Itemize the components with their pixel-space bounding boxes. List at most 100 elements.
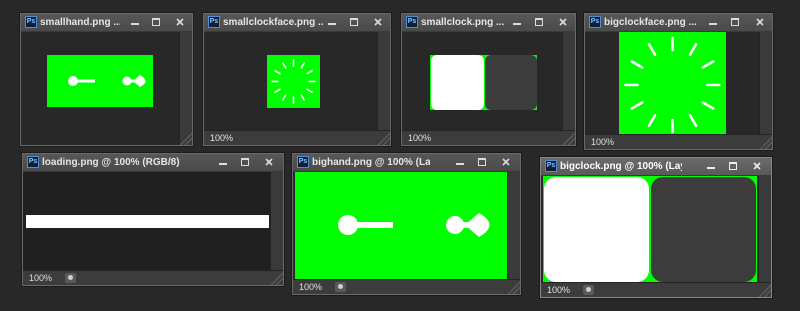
close-button[interactable] bbox=[258, 155, 280, 169]
vertical-scrollbar[interactable] bbox=[377, 32, 390, 131]
photoshop-icon: Ps bbox=[25, 16, 37, 28]
clock-hands-graphic bbox=[68, 75, 146, 87]
status-bar: 100% bbox=[204, 130, 390, 145]
image-loading-bar bbox=[26, 215, 269, 228]
maximize-button[interactable] bbox=[722, 159, 744, 173]
document-canvas-area[interactable] bbox=[293, 172, 508, 280]
maximize-button[interactable] bbox=[724, 15, 746, 29]
close-icon bbox=[374, 18, 382, 26]
window-titlebar[interactable]: Ps smallclockface.png ... bbox=[204, 14, 390, 32]
document-window-smallclock[interactable]: Ps smallclock.png ... 100% bbox=[401, 13, 576, 146]
document-info-button[interactable] bbox=[335, 282, 346, 292]
vertical-scrollbar[interactable] bbox=[270, 172, 283, 271]
status-bar: 100% bbox=[402, 130, 575, 145]
zoom-level[interactable]: 100% bbox=[408, 132, 431, 144]
vertical-scrollbar[interactable] bbox=[179, 32, 192, 145]
window-titlebar[interactable]: Ps bigclock.png @ 100% (Layer ... bbox=[541, 158, 771, 176]
photoshop-icon: Ps bbox=[545, 160, 557, 172]
status-bar: 100% bbox=[541, 282, 771, 297]
zoom-level[interactable]: 100% bbox=[299, 281, 322, 293]
status-bar: 100% bbox=[23, 270, 283, 285]
close-button[interactable] bbox=[367, 15, 389, 29]
document-window-bigclock[interactable]: Ps bigclock.png @ 100% (Layer ... 100% bbox=[540, 157, 772, 298]
minimize-button[interactable] bbox=[700, 159, 722, 173]
close-button[interactable] bbox=[495, 155, 517, 169]
image-smallhand bbox=[47, 55, 153, 107]
close-icon bbox=[502, 158, 510, 166]
clock-hands-graphic bbox=[338, 213, 490, 237]
maximize-button[interactable] bbox=[528, 15, 550, 29]
zoom-level[interactable]: 100% bbox=[591, 136, 614, 148]
minimize-button[interactable] bbox=[212, 155, 234, 169]
minimize-icon bbox=[456, 163, 464, 165]
maximize-button[interactable] bbox=[471, 155, 493, 169]
resize-grip-icon[interactable] bbox=[759, 284, 771, 297]
image-smallclockface bbox=[267, 55, 320, 108]
minimize-icon bbox=[219, 163, 227, 165]
window-title: bigclockface.png ... bbox=[604, 17, 697, 28]
maximize-button[interactable] bbox=[234, 155, 256, 169]
document-info-button[interactable] bbox=[583, 285, 594, 295]
window-title: bighand.png @ 100% (Layer ... bbox=[312, 157, 430, 168]
minimize-icon bbox=[709, 23, 717, 25]
close-button[interactable] bbox=[552, 15, 574, 29]
document-window-bigclockface[interactable]: Ps bigclockface.png ... 100% bbox=[584, 13, 773, 150]
document-window-smallclockface[interactable]: Ps smallclockface.png ... 100% bbox=[203, 13, 391, 146]
window-titlebar[interactable]: Ps bighand.png @ 100% (Layer ... bbox=[293, 154, 520, 172]
minimize-button[interactable] bbox=[702, 15, 724, 29]
document-canvas-area[interactable] bbox=[21, 32, 180, 145]
resize-grip-icon[interactable] bbox=[271, 272, 283, 285]
resize-grip-icon[interactable] bbox=[563, 132, 575, 145]
minimize-button[interactable] bbox=[321, 15, 343, 29]
close-button[interactable] bbox=[749, 15, 771, 29]
document-canvas-area[interactable] bbox=[585, 32, 760, 138]
close-button[interactable] bbox=[746, 159, 768, 173]
vertical-scrollbar[interactable] bbox=[507, 172, 520, 280]
minimize-button[interactable] bbox=[449, 155, 471, 169]
window-title: bigclock.png @ 100% (Layer ... bbox=[560, 161, 682, 172]
document-window-bighand[interactable]: Ps bighand.png @ 100% (Layer ... 100% bbox=[292, 153, 521, 295]
photoshop-icon: Ps bbox=[297, 156, 309, 168]
document-canvas-area[interactable] bbox=[402, 32, 563, 131]
close-button[interactable] bbox=[169, 15, 191, 29]
document-info-button[interactable] bbox=[65, 273, 76, 283]
zoom-level[interactable]: 100% bbox=[210, 132, 233, 144]
minimize-icon bbox=[513, 23, 521, 25]
minimize-button[interactable] bbox=[124, 15, 146, 29]
window-titlebar[interactable]: Ps smallhand.png ... bbox=[21, 14, 192, 32]
minimize-icon bbox=[131, 23, 139, 25]
vertical-scrollbar[interactable] bbox=[758, 176, 771, 283]
document-window-smallhand[interactable]: Ps smallhand.png ... bbox=[20, 13, 193, 146]
vertical-scrollbar[interactable] bbox=[562, 32, 575, 131]
window-title: smallhand.png ... bbox=[40, 17, 120, 28]
vertical-scrollbar[interactable] bbox=[759, 32, 772, 135]
photoshop-icon: Ps bbox=[27, 156, 39, 168]
window-titlebar[interactable]: Ps loading.png @ 100% (RGB/8) bbox=[23, 154, 283, 172]
resize-grip-icon[interactable] bbox=[508, 281, 520, 294]
document-canvas-area[interactable] bbox=[541, 176, 759, 283]
maximize-icon bbox=[241, 158, 249, 166]
zoom-level[interactable]: 100% bbox=[547, 284, 570, 296]
clock-face-ticks bbox=[624, 36, 721, 134]
document-canvas-area[interactable] bbox=[204, 32, 378, 131]
maximize-icon bbox=[350, 18, 358, 26]
window-titlebar[interactable]: Ps bigclockface.png ... bbox=[585, 14, 772, 32]
window-titlebar[interactable]: Ps smallclock.png ... bbox=[402, 14, 575, 32]
maximize-button[interactable] bbox=[343, 15, 365, 29]
clock-tile-light bbox=[544, 177, 649, 282]
maximize-icon bbox=[731, 18, 739, 26]
resize-grip-icon[interactable] bbox=[180, 132, 192, 145]
resize-grip-icon[interactable] bbox=[760, 136, 772, 149]
resize-grip-icon[interactable] bbox=[378, 132, 390, 145]
maximize-icon bbox=[535, 18, 543, 26]
photoshop-icon: Ps bbox=[589, 16, 601, 28]
close-icon bbox=[753, 162, 761, 170]
zoom-level[interactable]: 100% bbox=[29, 272, 52, 284]
minimize-icon bbox=[328, 23, 336, 25]
document-window-loading[interactable]: Ps loading.png @ 100% (RGB/8) 100% bbox=[22, 153, 284, 286]
clock-tile-dark bbox=[485, 55, 537, 110]
document-canvas-area[interactable] bbox=[23, 172, 271, 271]
maximize-button[interactable] bbox=[145, 15, 167, 29]
minimize-button[interactable] bbox=[506, 15, 528, 29]
close-icon bbox=[756, 18, 764, 26]
